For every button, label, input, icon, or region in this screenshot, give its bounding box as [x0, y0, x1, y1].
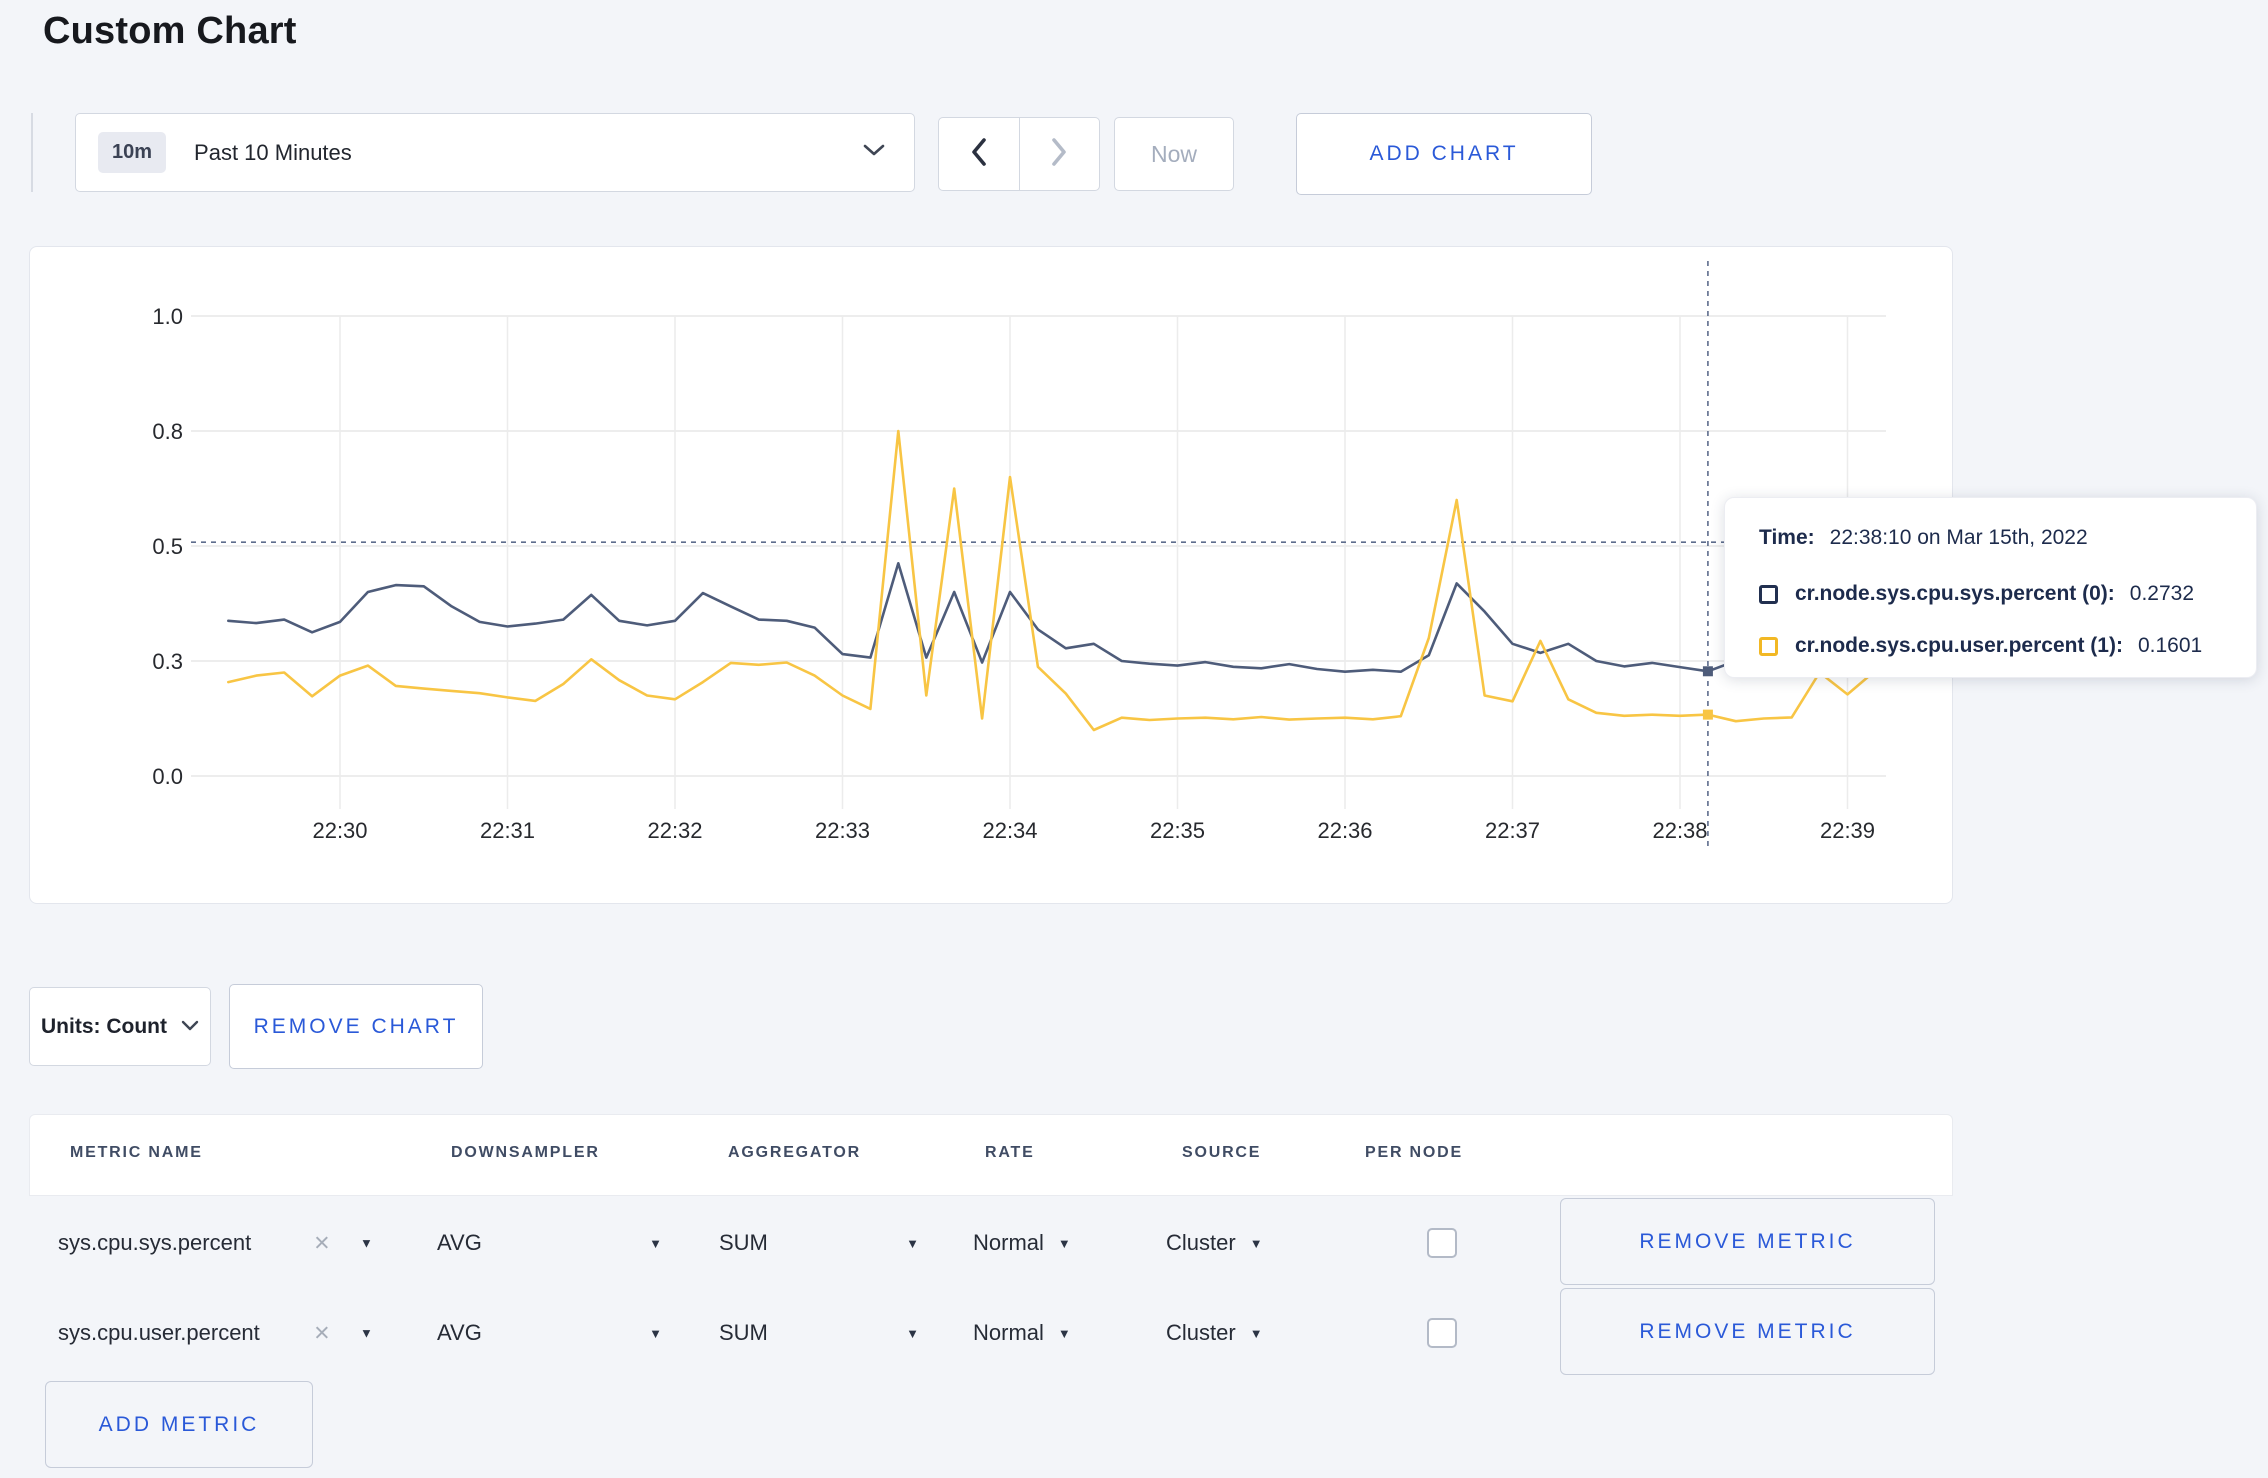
toolbar-divider: [31, 113, 33, 192]
per-node-checkbox[interactable]: [1427, 1318, 1457, 1348]
tooltip-series-value: 0.1601: [2137, 634, 2203, 657]
series-swatch-icon: [1759, 584, 1778, 604]
svg-text:22:30: 22:30: [312, 818, 367, 843]
tooltip-series-row: cr.node.sys.cpu.sys.percent (0): 0.2732: [1759, 582, 2194, 606]
chevron-down-icon: [862, 143, 886, 162]
tooltip-time-label: Time:: [1759, 526, 1815, 549]
units-select[interactable]: Units: Count: [29, 987, 211, 1066]
dropdown-arrow-icon: ▼: [906, 1325, 919, 1341]
source-value: Cluster: [1166, 1230, 1236, 1255]
remove-metric-button[interactable]: REMOVE METRIC: [1560, 1198, 1935, 1285]
downsampler-select[interactable]: AVG ▼: [437, 1320, 662, 1346]
time-range-badge: 10m: [98, 132, 167, 173]
column-header-metric-name: METRIC NAME: [70, 1144, 203, 1161]
metric-name-value[interactable]: sys.cpu.user.percent: [58, 1320, 260, 1346]
column-header-rate: RATE: [985, 1144, 1035, 1161]
metric-row: sys.cpu.sys.percent × ▼ AVG ▼ SUM ▼ Norm…: [29, 1198, 1953, 1288]
downsampler-value: AVG: [437, 1320, 482, 1345]
column-header-aggregator: AGGREGATOR: [728, 1144, 861, 1161]
close-icon[interactable]: ×: [314, 1319, 330, 1347]
per-node-checkbox[interactable]: [1427, 1228, 1457, 1258]
rate-select[interactable]: Normal ▼: [973, 1320, 1071, 1346]
downsampler-select[interactable]: AVG ▼: [437, 1230, 662, 1256]
rate-select[interactable]: Normal ▼: [973, 1230, 1071, 1256]
time-range-label: Past 10 Minutes: [194, 139, 352, 165]
column-header-downsampler: DOWNSAMPLER: [451, 1144, 600, 1161]
prev-window-button[interactable]: [939, 118, 1019, 190]
svg-text:22:34: 22:34: [982, 818, 1037, 843]
column-header-source: SOURCE: [1182, 1144, 1262, 1161]
remove-metric-button[interactable]: REMOVE METRIC: [1560, 1288, 1935, 1375]
tooltip-series-row: cr.node.sys.cpu.user.percent (1): 0.1601: [1759, 634, 2202, 658]
downsampler-value: AVG: [437, 1230, 482, 1255]
dropdown-arrow-icon: ▼: [1249, 1325, 1263, 1341]
svg-text:22:39: 22:39: [1820, 818, 1875, 843]
source-select[interactable]: Cluster ▼: [1166, 1320, 1263, 1346]
svg-text:22:33: 22:33: [815, 818, 870, 843]
chevron-right-icon: [1049, 136, 1069, 173]
aggregator-value: SUM: [719, 1320, 768, 1345]
dropdown-arrow-icon: ▼: [1057, 1235, 1071, 1251]
svg-text:22:38: 22:38: [1652, 818, 1707, 843]
svg-text:22:37: 22:37: [1485, 818, 1540, 843]
time-range-select[interactable]: 10m Past 10 Minutes: [75, 113, 915, 192]
dropdown-arrow-icon: ▼: [1249, 1235, 1263, 1251]
units-label: Units: Count: [41, 1014, 167, 1038]
svg-text:0.0: 0.0: [152, 764, 183, 789]
remove-chart-button[interactable]: REMOVE CHART: [229, 984, 483, 1069]
chart-plot[interactable]: 0.0 0.3 0.5 0.8 1.0 22:30 22:31 22:32 22:33 22:34…: [30, 247, 1954, 905]
svg-text:1.0: 1.0: [152, 304, 183, 329]
dropdown-arrow-icon[interactable]: ▼: [360, 1327, 373, 1340]
dropdown-arrow-icon: ▼: [1057, 1325, 1071, 1341]
time-window-nav: [938, 117, 1100, 191]
tooltip-time-value: 22:38:10 on Mar 15th, 2022: [1829, 526, 2088, 549]
svg-text:22:35: 22:35: [1150, 818, 1205, 843]
tooltip-series-label: cr.node.sys.cpu.sys.percent (0):: [1795, 582, 2115, 605]
dropdown-arrow-icon: ▼: [649, 1235, 662, 1251]
add-chart-button[interactable]: ADD CHART: [1296, 113, 1592, 195]
svg-text:22:36: 22:36: [1317, 818, 1372, 843]
svg-text:0.5: 0.5: [152, 534, 183, 559]
page-title: Custom Chart: [43, 10, 297, 52]
aggregator-value: SUM: [719, 1230, 768, 1255]
aggregator-select[interactable]: SUM ▼: [719, 1320, 919, 1346]
chevron-left-icon: [969, 136, 989, 173]
svg-text:22:31: 22:31: [480, 818, 535, 843]
rate-value: Normal: [973, 1230, 1044, 1255]
tooltip-series-value: 0.2732: [2129, 582, 2195, 605]
next-window-button[interactable]: [1018, 118, 1100, 190]
now-button[interactable]: Now: [1114, 117, 1234, 191]
source-select[interactable]: Cluster ▼: [1166, 1230, 1263, 1256]
svg-text:0.3: 0.3: [152, 649, 183, 674]
svg-text:22:32: 22:32: [647, 818, 702, 843]
metric-row: sys.cpu.user.percent × ▼ AVG ▼ SUM ▼ Nor…: [29, 1288, 1953, 1378]
chevron-down-icon: [181, 1018, 199, 1036]
tooltip-time-row: Time: 22:38:10 on Mar 15th, 2022: [1759, 526, 2088, 550]
chart-card: 0.0 0.3 0.5 0.8 1.0 22:30 22:31 22:32 22:33 22:34…: [29, 246, 1953, 904]
rate-value: Normal: [973, 1320, 1044, 1345]
chart-tooltip: Time: 22:38:10 on Mar 15th, 2022 cr.node…: [1724, 497, 2257, 678]
close-icon[interactable]: ×: [314, 1229, 330, 1257]
tooltip-series-label: cr.node.sys.cpu.user.percent (1):: [1795, 634, 2123, 657]
dropdown-arrow-icon: ▼: [649, 1325, 662, 1341]
dropdown-arrow-icon[interactable]: ▼: [360, 1237, 373, 1250]
series-swatch-icon: [1759, 636, 1778, 656]
add-metric-button[interactable]: ADD METRIC: [45, 1381, 313, 1468]
dropdown-arrow-icon: ▼: [906, 1235, 919, 1251]
metrics-table-header: METRIC NAME DOWNSAMPLER AGGREGATOR RATE …: [29, 1114, 1953, 1196]
svg-text:0.8: 0.8: [152, 419, 183, 444]
aggregator-select[interactable]: SUM ▼: [719, 1230, 919, 1256]
metric-name-value[interactable]: sys.cpu.sys.percent: [58, 1230, 251, 1256]
source-value: Cluster: [1166, 1320, 1236, 1345]
column-header-per-node: PER NODE: [1365, 1144, 1463, 1161]
